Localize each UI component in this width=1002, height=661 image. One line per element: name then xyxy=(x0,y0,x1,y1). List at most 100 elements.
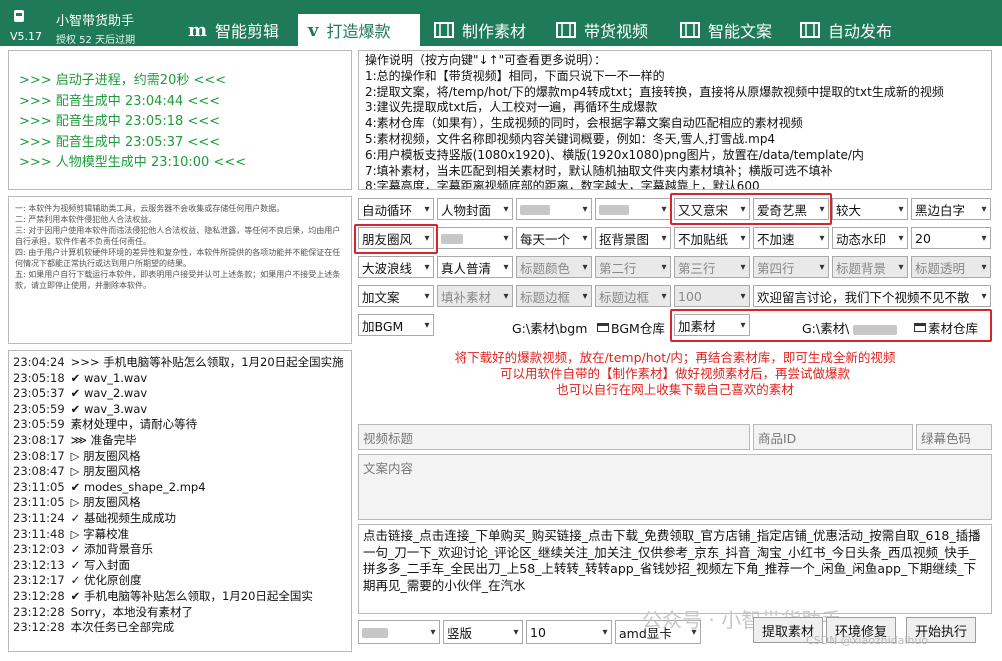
watermark-select[interactable]: 动态水印 ▾ xyxy=(832,227,908,249)
voice-quality-select[interactable]: 真人普清 ▾ xyxy=(437,256,513,278)
select-value: 填补素材 xyxy=(441,289,492,305)
subtitle-style-select[interactable]: 爱奇艺黑 ▾ xyxy=(753,198,829,220)
film-icon xyxy=(800,22,820,38)
log-row: 23:12:17 ✓ 优化原创度 xyxy=(13,573,347,589)
redacted-select[interactable]: ▾ xyxy=(516,198,592,220)
sticker-select[interactable]: 不加贴纸 ▾ xyxy=(674,227,750,249)
bgm-path[interactable]: G:\素材\bgm xyxy=(512,318,587,337)
redacted-select[interactable]: ▾ xyxy=(437,227,513,249)
tab-make-material[interactable]: 制作素材 xyxy=(434,14,526,46)
select-value: 100 xyxy=(678,288,702,304)
cover-select[interactable]: 人物封面 ▾ xyxy=(437,198,513,220)
subtitle-color-select[interactable]: 黑边白字 ▾ xyxy=(911,198,991,220)
third-line-select[interactable]: 第三行 ▾ xyxy=(674,256,750,278)
m-logo-icon: m xyxy=(188,19,208,41)
bgm-library-button[interactable]: BGM仓库 xyxy=(597,318,665,337)
chevron-down-icon: ▾ xyxy=(424,203,430,215)
log-text: ✔ wav_3.wav xyxy=(70,401,148,416)
select-value: 标题边框 xyxy=(599,289,650,305)
log-time: 23:08:17 xyxy=(13,448,65,463)
title-border-select[interactable]: 标题边框 ▾ xyxy=(516,285,592,307)
material-library-button[interactable]: 素材仓库 xyxy=(914,318,978,337)
select-value xyxy=(441,231,500,246)
run-log-panel[interactable]: 23:04:24 >>> 手机电脑等补贴怎么领取，1月20日起全国实施 23:05… xyxy=(8,350,352,652)
material-select[interactable]: 加素材 ▾ xyxy=(674,314,750,336)
select-value: 第三行 xyxy=(678,260,716,276)
button-label: BGM仓库 xyxy=(611,321,665,336)
closing-message-select[interactable]: 欢迎留言讨论，我们下个视频不见不散 ▾ xyxy=(753,285,991,307)
chevron-down-icon: ▾ xyxy=(582,290,588,302)
select-value: 标题边框 xyxy=(520,289,571,305)
select-value: 加BGM xyxy=(362,318,404,334)
disclaimer-panel: 一: 本软件为视频剪辑辅助类工具，云服务器不会收集或存储任何用户数据。 二: 严… xyxy=(8,196,352,344)
select-value: 不加贴纸 xyxy=(678,231,729,247)
product-id-field[interactable]: 商品ID xyxy=(753,424,913,450)
chevron-down-icon: ▾ xyxy=(740,290,746,302)
keywords-textarea[interactable]: 点击链接_点击连接_下单购买_购买链接_点击下载_免费领取_官方店铺_指定店铺_… xyxy=(358,524,992,614)
select-value: 10 xyxy=(530,624,546,640)
tab-sales-video[interactable]: 带货视频 xyxy=(556,14,648,46)
copy-content-field[interactable]: 文案内容 xyxy=(358,454,992,520)
log-text: ✓ 写入封面 xyxy=(70,557,130,572)
disclaimer-line: 四: 由于用户计算机软硬件环境的差异性和复杂性，本软件所提供的各项功能并不能保证… xyxy=(15,248,341,268)
log-text: ✔ modes_shape_2.mp4 xyxy=(70,479,206,494)
font-select[interactable]: 又又意宋 ▾ xyxy=(674,198,750,220)
title-color-select[interactable]: 标题颜色 ▾ xyxy=(516,256,592,278)
redacted-select[interactable]: ▾ xyxy=(358,620,440,644)
title-opacity-select[interactable]: 标题透明 ▾ xyxy=(911,256,991,278)
material-path[interactable]: G:\素材\ xyxy=(802,318,898,337)
tab-label: 制作素材 xyxy=(462,22,527,41)
log-row: 23:11:48 ▷ 字幕校准 xyxy=(13,527,347,543)
log-time: 23:05:18 xyxy=(13,370,65,385)
select-value: 真人普清 xyxy=(441,260,492,276)
log-row: 23:08:47 ▷ 朋友圈风格 xyxy=(13,464,347,480)
count-select[interactable]: 10 ▾ xyxy=(526,620,612,644)
tab-smart-edit[interactable]: m 智能剪辑 xyxy=(188,14,279,46)
fill-material-select[interactable]: 填补素材 ▾ xyxy=(437,285,513,307)
instruction-line: 3:建议先提取成txt后，人工校对一遍，再循环生成爆款 xyxy=(365,100,658,115)
title-background-select[interactable]: 标题背景 ▾ xyxy=(832,256,908,278)
notice-line: 可以用软件自带的【制作素材】做好视频素材后，再尝试做爆款 xyxy=(499,366,850,381)
add-copy-select[interactable]: 加文案 ▾ xyxy=(358,285,434,307)
opacity-value-select[interactable]: 100 ▾ xyxy=(674,285,750,307)
select-value: 竖版 xyxy=(447,625,473,641)
fourth-line-select[interactable]: 第四行 ▾ xyxy=(753,256,829,278)
speed-select[interactable]: 不加速 ▾ xyxy=(753,227,829,249)
title-bar: 小智带货助手 V5.17 授权 52 天后过期 m 智能剪辑 v 打造爆款 制作… xyxy=(0,0,1002,46)
title-border-select-2[interactable]: 标题边框 ▾ xyxy=(595,285,671,307)
font-size-select[interactable]: 较大 ▾ xyxy=(832,198,908,220)
log-time: 23:12:17 xyxy=(13,573,65,588)
loop-mode-select[interactable]: 自动循环 ▾ xyxy=(358,198,434,220)
tab-hot-video[interactable]: v 打造爆款 xyxy=(298,14,420,46)
instructions-textbox[interactable]: 操作说明（按方向键"↓↑"可查看更多说明）： 1:总的操作和【带货视频】相同，下… xyxy=(358,50,992,190)
log-time: 23:11:24 xyxy=(13,510,65,525)
select-value: 标题背景 xyxy=(836,260,887,276)
instruction-line: 2:提取文案，将/temp/hot/下的爆款mp4转成txt；直接转换，直接将从… xyxy=(365,84,944,99)
button-label: 素材仓库 xyxy=(928,321,979,336)
log-row: 23:08:17 ⋙ 准备完毕 xyxy=(13,433,347,449)
template-style-select[interactable]: 朋友圈风 ▾ xyxy=(358,227,434,249)
log-time: 23:11:05 xyxy=(13,479,65,494)
green-screen-color-field[interactable]: 绿幕色码 xyxy=(916,424,992,450)
tab-auto-publish[interactable]: 自动发布 xyxy=(800,14,892,46)
tab-smart-copy[interactable]: 智能文案 xyxy=(680,14,772,46)
orientation-select[interactable]: 竖版 ▾ xyxy=(443,620,523,644)
log-time: 23:05:37 xyxy=(13,386,65,401)
frequency-select[interactable]: 每天一个 ▾ xyxy=(516,227,592,249)
select-value: 每天一个 xyxy=(520,231,571,247)
instruction-line: 5:素材视频，文件名称即视频内容关键词概要，例如：冬天,雪人,打雪战.mp4 xyxy=(365,131,776,146)
chevron-down-icon: ▾ xyxy=(740,232,746,244)
app-version: V5.17 xyxy=(10,30,43,43)
background-cutout-select[interactable]: 抠背景图 ▾ xyxy=(595,227,671,249)
redacted-select[interactable]: ▾ xyxy=(595,198,671,220)
subtitle-height-select[interactable]: 20 ▾ xyxy=(911,227,991,249)
tab-label: 打造爆款 xyxy=(326,22,391,41)
disclaimer-line: 二: 严禁利用本软件侵犯他人合法权益。 xyxy=(15,215,157,224)
select-value: 欢迎留言讨论，我们下个视频不见不散 xyxy=(757,289,970,305)
tab-label: 智能文案 xyxy=(708,22,773,41)
bgm-select[interactable]: 加BGM ▾ xyxy=(358,314,434,336)
second-line-select[interactable]: 第二行 ▾ xyxy=(595,256,671,278)
video-title-field[interactable]: 视频标题 xyxy=(358,424,750,450)
wave-style-select[interactable]: 大波浪线 ▾ xyxy=(358,256,434,278)
log-text: ✓ 添加背景音乐 xyxy=(70,542,153,557)
